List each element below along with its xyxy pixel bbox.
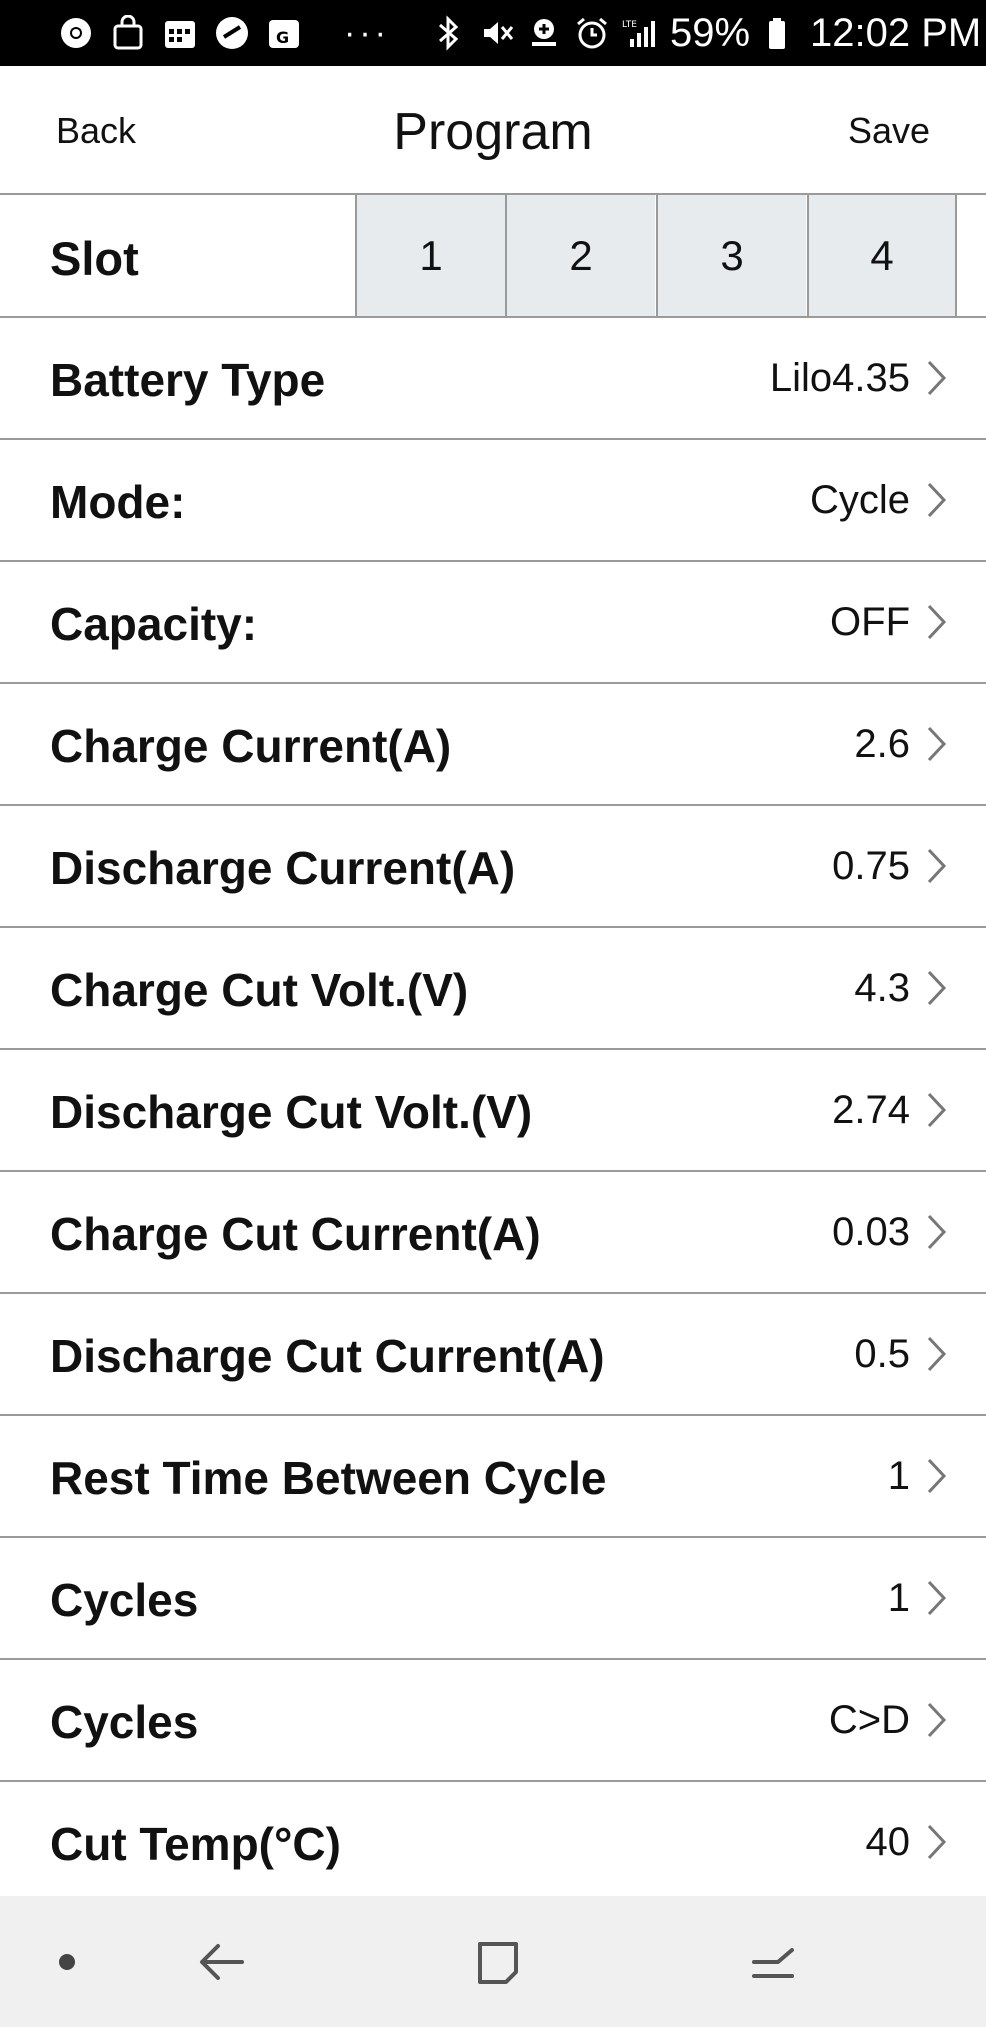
chevron-right-icon	[927, 482, 947, 518]
status-icons-right: LTE 59% 12:02 PM	[430, 11, 981, 56]
chevron-right-icon	[927, 848, 947, 884]
chevron-right-icon	[927, 1214, 947, 1250]
setting-row-cycle-order[interactable]: Cycles C>D	[0, 1660, 986, 1782]
slot-button-4[interactable]: 4	[807, 195, 957, 316]
maps-icon: G	[266, 15, 302, 51]
setting-label: Cycles	[50, 1696, 199, 1748]
mute-icon	[478, 15, 514, 51]
setting-value: Cycle	[809, 478, 910, 522]
app-header: Back Program Save	[0, 66, 986, 195]
lte-signal-icon: LTE	[622, 15, 658, 51]
chevron-right-icon	[927, 726, 947, 762]
setting-value: 1	[887, 1454, 910, 1498]
setting-value: 40	[865, 1820, 911, 1864]
setting-label: Discharge Cut Current(A)	[50, 1330, 605, 1382]
setting-label: Charge Current(A)	[50, 720, 452, 772]
home-square-icon[interactable]	[474, 1936, 522, 1988]
navigation-bar	[0, 1896, 986, 2027]
status-bar: G ··· LTE 59% 12:02 PM	[0, 0, 986, 66]
setting-value: 1	[887, 1576, 910, 1620]
status-time: 12:02 PM	[810, 10, 982, 55]
setting-row-charge-cut-current[interactable]: Charge Cut Current(A) 0.03	[0, 1172, 986, 1294]
setting-row-charge-cut-volt[interactable]: Charge Cut Volt.(V) 4.3	[0, 928, 986, 1050]
setting-label: Cut Temp(°C)	[50, 1818, 341, 1870]
slot-button-2[interactable]: 2	[505, 195, 655, 316]
alarm-icon	[574, 15, 610, 51]
setting-label: Discharge Cut Volt.(V)	[50, 1086, 533, 1138]
chevron-right-icon	[927, 1824, 947, 1860]
setting-row-capacity[interactable]: Capacity: OFF	[0, 562, 986, 684]
chevron-right-icon	[927, 360, 947, 396]
battery-percent: 59%	[669, 10, 751, 55]
back-button[interactable]: Back	[56, 110, 136, 152]
setting-value: 2.6	[854, 722, 910, 766]
chevron-right-icon	[927, 1580, 947, 1616]
battery-icon	[762, 15, 798, 51]
status-icons-left: G	[58, 15, 302, 51]
slot-selector: Slot 1 2 3 4	[0, 195, 986, 318]
chevron-right-icon	[927, 604, 947, 640]
chevron-right-icon	[927, 1458, 947, 1494]
setting-row-mode[interactable]: Mode: Cycle	[0, 440, 986, 562]
chevron-right-icon	[927, 1336, 947, 1372]
nav-dot-icon[interactable]	[59, 1954, 75, 1970]
slot-button-3[interactable]: 3	[656, 195, 806, 316]
setting-label: Discharge Current(A)	[50, 842, 516, 894]
chevron-right-icon	[927, 1702, 947, 1738]
chrome-icon	[58, 15, 94, 51]
page-title: Program	[393, 103, 593, 161]
setting-value: Lilo4.35	[769, 356, 910, 400]
setting-label: Capacity:	[50, 598, 258, 650]
setting-label: Charge Cut Volt.(V)	[50, 964, 469, 1016]
calendar-icon	[162, 15, 198, 51]
setting-row-charge-current[interactable]: Charge Current(A) 2.6	[0, 684, 986, 806]
setting-label: Cycles	[50, 1574, 199, 1626]
setting-value: C>D	[828, 1698, 910, 1742]
back-arrow-icon[interactable]	[196, 1936, 248, 1988]
setting-row-cycles[interactable]: Cycles 1	[0, 1538, 986, 1660]
setting-label: Rest Time Between Cycle	[50, 1452, 607, 1504]
chevron-right-icon	[927, 1092, 947, 1128]
recents-icon[interactable]	[748, 1936, 798, 1988]
setting-row-rest-time[interactable]: Rest Time Between Cycle 1	[0, 1416, 986, 1538]
shopping-bag-icon	[110, 15, 146, 51]
svg-text:LTE: LTE	[622, 20, 637, 30]
svg-text:G: G	[276, 28, 289, 47]
setting-row-battery-type[interactable]: Battery Type Lilo4.35	[0, 318, 986, 440]
setting-label: Battery Type	[50, 354, 326, 406]
save-button[interactable]: Save	[848, 110, 930, 152]
more-notifications-icon: ···	[344, 13, 390, 52]
bluetooth-icon	[430, 15, 466, 51]
setting-value: OFF	[830, 600, 910, 644]
setting-value: 4.3	[854, 966, 910, 1010]
slot-button-1[interactable]: 1	[355, 195, 505, 316]
setting-row-discharge-current[interactable]: Discharge Current(A) 0.75	[0, 806, 986, 928]
data-saver-icon	[526, 15, 562, 51]
chevron-right-icon	[927, 970, 947, 1006]
setting-label: Mode:	[50, 476, 186, 528]
setting-value: 2.74	[832, 1088, 910, 1132]
setting-value: 0.75	[832, 844, 910, 888]
app-icon	[214, 15, 250, 51]
setting-row-discharge-cut-volt[interactable]: Discharge Cut Volt.(V) 2.74	[0, 1050, 986, 1172]
setting-value: 0.03	[832, 1210, 910, 1254]
setting-value: 0.5	[854, 1332, 910, 1376]
setting-row-discharge-cut-current[interactable]: Discharge Cut Current(A) 0.5	[0, 1294, 986, 1416]
slot-label: Slot	[50, 232, 139, 285]
setting-label: Charge Cut Current(A)	[50, 1208, 541, 1260]
setting-row-cut-temp[interactable]: Cut Temp(°C) 40	[0, 1782, 986, 1904]
